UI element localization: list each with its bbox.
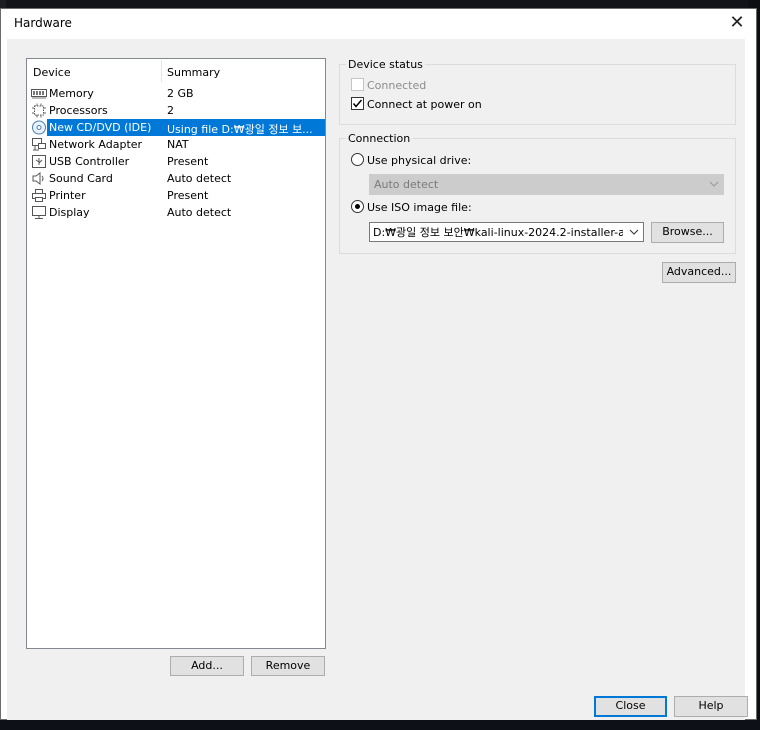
- use-physical-drive-label: Use physical drive:: [367, 154, 472, 167]
- column-divider[interactable]: [161, 60, 162, 82]
- iso-image-path-combo[interactable]: D:₩광일 정보 보안₩kali-linux-2024.2-installer-…: [369, 222, 644, 242]
- device-name: USB Controller: [49, 155, 130, 168]
- device-status-label: Device status: [346, 58, 425, 71]
- connect-at-power-on-label: Connect at power on: [367, 98, 482, 111]
- device-row-usb-controller[interactable]: USB Controller Present: [31, 153, 325, 170]
- connection-group: Connection Use physical drive: Auto dete…: [339, 132, 736, 254]
- usb-icon: [32, 155, 46, 168]
- add-device-button[interactable]: Add...: [170, 656, 244, 676]
- chevron-down-icon[interactable]: [628, 224, 640, 240]
- network-adapter-icon: [32, 138, 46, 151]
- connected-label: Connected: [367, 79, 427, 92]
- close-button[interactable]: Close: [594, 696, 667, 717]
- sound-card-icon: [32, 172, 44, 185]
- advanced-button[interactable]: Advanced...: [662, 262, 736, 283]
- device-summary: Present: [167, 155, 209, 168]
- memory-icon: [31, 89, 47, 99]
- device-summary: Present: [167, 189, 209, 202]
- device-summary: NAT: [167, 138, 189, 151]
- device-name: Processors: [49, 104, 108, 117]
- use-iso-image-radio[interactable]: [351, 200, 364, 213]
- title-bar: Hardware ✕: [1, 9, 756, 39]
- dialog-client-area: Device Summary Memory 2 GB Processors 2 …: [7, 39, 745, 687]
- browse-button[interactable]: Browse...: [651, 222, 724, 243]
- device-name: Memory: [49, 87, 94, 100]
- connect-at-power-on-checkbox[interactable]: [351, 97, 364, 110]
- physical-drive-select[interactable]: Auto detect: [369, 174, 724, 195]
- device-summary: Auto detect: [167, 172, 232, 185]
- use-iso-image-label: Use ISO image file:: [367, 201, 472, 214]
- device-row-cd-dvd[interactable]: New CD/DVD (IDE) Using file D:₩광일 정보 보..…: [31, 119, 325, 136]
- device-summary: Using file D:₩광일 정보 보...: [167, 123, 313, 136]
- device-row-sound-card[interactable]: Sound Card Auto detect: [31, 170, 325, 187]
- iso-image-path: D:₩광일 정보 보안₩kali-linux-2024.2-installer-…: [373, 226, 623, 239]
- help-button[interactable]: Help: [674, 696, 748, 717]
- printer-icon: [32, 189, 46, 202]
- device-summary: 2: [167, 104, 174, 117]
- device-summary: Auto detect: [167, 206, 232, 219]
- device-list-header: Device Summary: [27, 59, 325, 83]
- processor-icon: [32, 103, 46, 118]
- device-name: Sound Card: [49, 172, 113, 185]
- dialog-footer: Close Help: [7, 687, 748, 720]
- use-physical-drive-radio[interactable]: [351, 153, 364, 166]
- column-header-summary[interactable]: Summary: [167, 66, 220, 79]
- device-status-group: Device status Connected Connect at power…: [339, 58, 736, 125]
- device-name: Display: [49, 206, 90, 219]
- column-header-device[interactable]: Device: [33, 66, 71, 79]
- display-icon: [32, 206, 46, 219]
- checkmark-icon: [352, 99, 363, 108]
- physical-drive-value: Auto detect: [374, 178, 439, 191]
- device-row-network-adapter[interactable]: Network Adapter NAT: [31, 136, 325, 153]
- connected-checkbox[interactable]: [351, 78, 364, 91]
- close-icon: ✕: [729, 12, 745, 33]
- hardware-dialog: Hardware ✕ Device Summary Memory 2 GB Pr…: [0, 8, 757, 720]
- dialog-title: Hardware: [14, 16, 72, 30]
- chevron-down-icon: [709, 181, 719, 187]
- device-row-processors[interactable]: Processors 2: [31, 102, 325, 119]
- cd-dvd-icon: [32, 120, 46, 135]
- device-row-memory[interactable]: Memory 2 GB: [31, 85, 325, 102]
- device-summary: 2 GB: [167, 87, 194, 100]
- radio-selected-dot: [355, 204, 360, 209]
- device-row-printer[interactable]: Printer Present: [31, 187, 325, 204]
- connection-label: Connection: [346, 132, 413, 145]
- device-list[interactable]: Device Summary Memory 2 GB Processors 2 …: [26, 58, 326, 649]
- device-row-display[interactable]: Display Auto detect: [31, 204, 325, 221]
- device-name: New CD/DVD (IDE): [49, 121, 152, 134]
- device-name: Network Adapter: [49, 138, 143, 151]
- device-name: Printer: [49, 189, 86, 202]
- remove-device-button[interactable]: Remove: [251, 656, 325, 676]
- close-window-button[interactable]: ✕: [724, 12, 750, 36]
